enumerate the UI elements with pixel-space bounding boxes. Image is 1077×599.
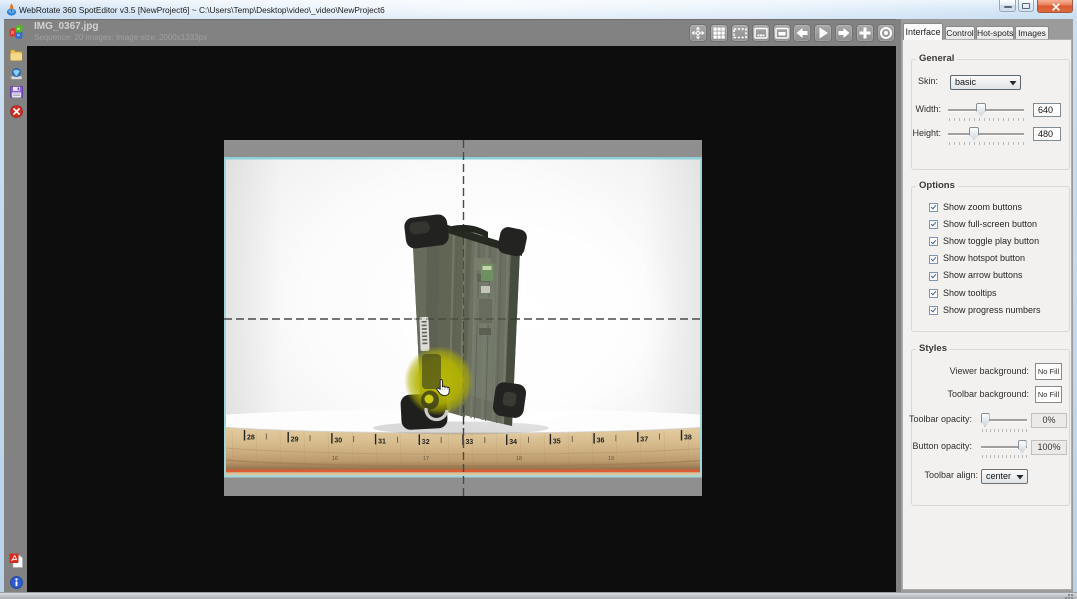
svg-text:18: 18 — [516, 456, 522, 462]
svg-text:16: 16 — [332, 456, 338, 462]
svg-text:17: 17 — [423, 456, 429, 462]
svg-text:30: 30 — [334, 438, 342, 445]
svg-text:34: 34 — [509, 439, 517, 446]
svg-text:32: 32 — [422, 439, 430, 446]
svg-text:35: 35 — [553, 438, 561, 445]
svg-text:37: 37 — [640, 436, 648, 443]
svg-text:31: 31 — [378, 438, 386, 445]
svg-text:19: 19 — [608, 456, 614, 462]
svg-text:36: 36 — [597, 438, 605, 445]
svg-text:28: 28 — [247, 435, 255, 442]
svg-text:29: 29 — [291, 436, 299, 443]
